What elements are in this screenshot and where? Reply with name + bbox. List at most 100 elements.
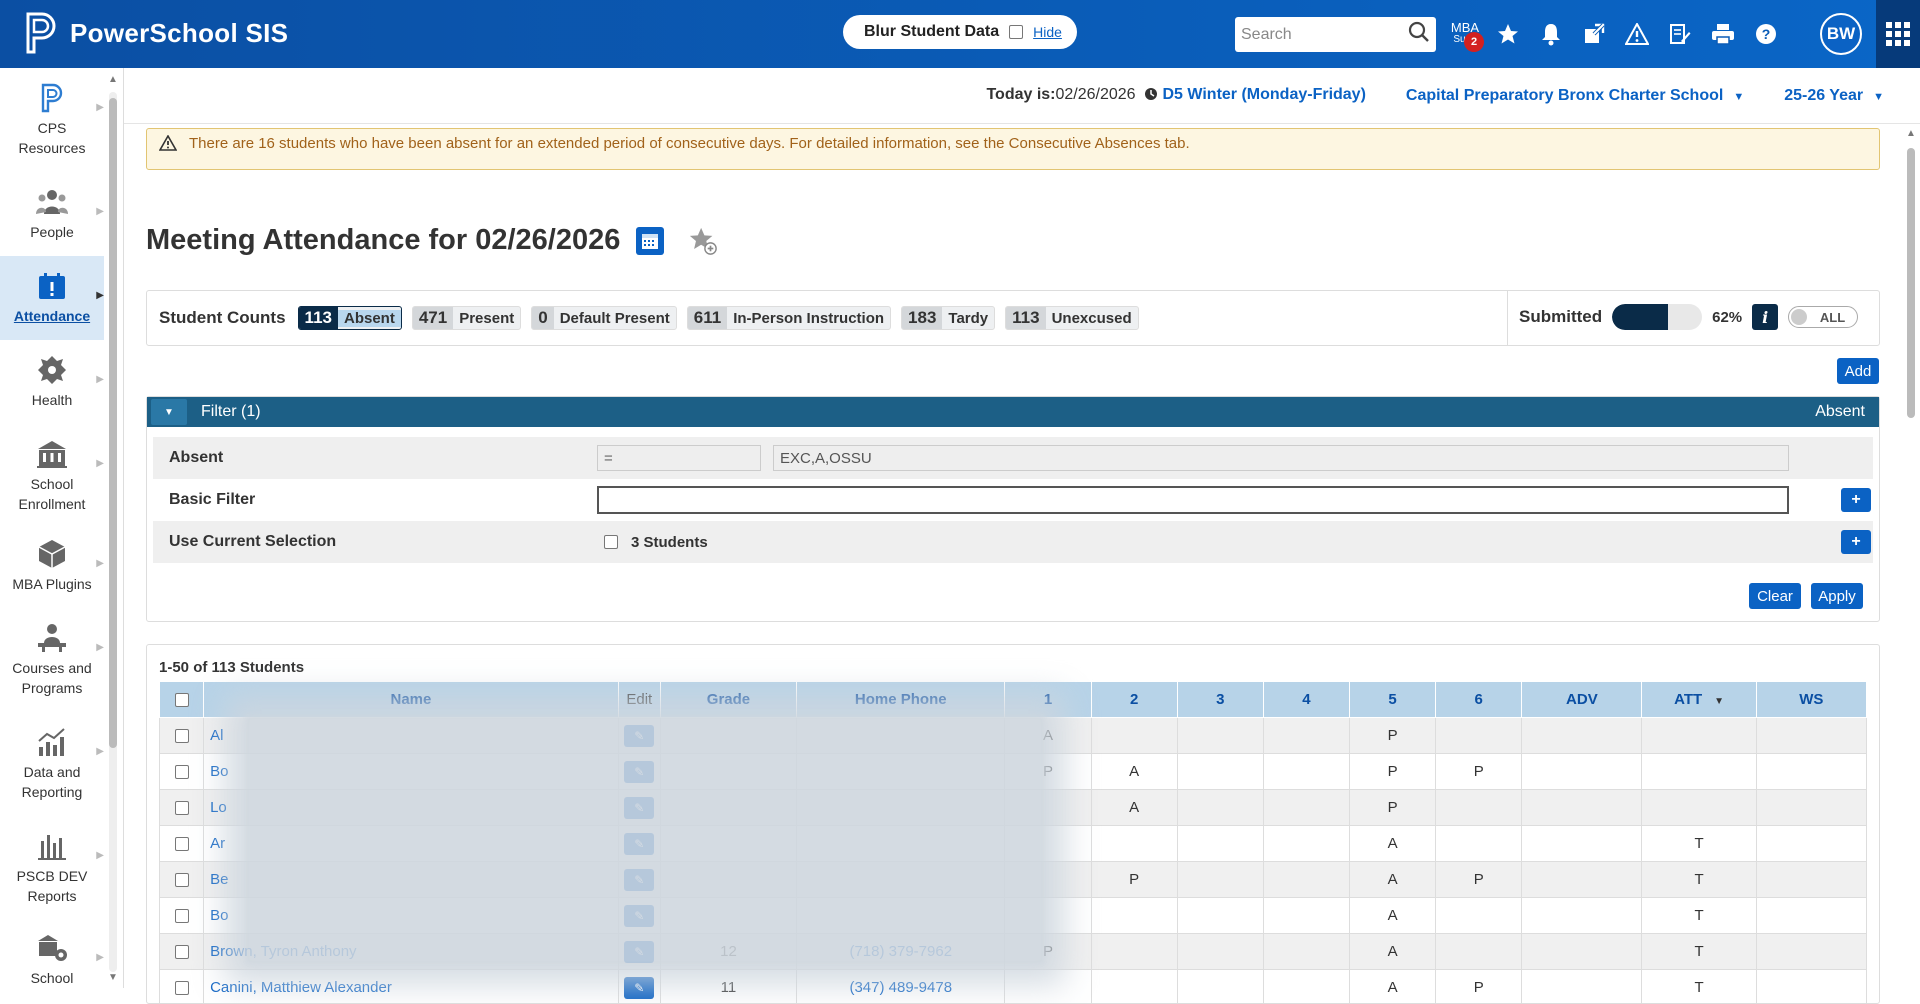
cell-p4 — [1263, 826, 1349, 862]
calendar-button[interactable] — [636, 227, 664, 255]
collapse-caret-icon[interactable]: ▼ — [151, 399, 187, 425]
column-header-period-2[interactable]: 2 — [1091, 682, 1177, 718]
cell-p6: P — [1436, 754, 1522, 790]
external-link-icon[interactable] — [1579, 14, 1609, 54]
apps-grid-icon[interactable] — [1876, 0, 1920, 68]
courses-teacher-icon — [36, 622, 68, 654]
edit-document-icon[interactable] — [1665, 14, 1695, 54]
search-input[interactable]: Search — [1235, 17, 1436, 52]
count-chip-default-present[interactable]: 0Default Present — [531, 306, 677, 330]
row-checkbox[interactable] — [175, 765, 189, 779]
sidebar-item-health[interactable]: Health ▶ — [0, 354, 104, 428]
count-chip-absent[interactable]: 113Absent — [298, 306, 402, 330]
count-chip-tardy[interactable]: 183Tardy — [901, 306, 995, 330]
hide-link[interactable]: Hide — [1033, 24, 1062, 40]
sidebar-scrollbar[interactable]: ▲ ▼ — [106, 74, 118, 984]
column-header-ws[interactable]: WS — [1756, 682, 1866, 718]
all-toggle[interactable]: ALL — [1788, 306, 1858, 328]
apply-button[interactable]: Apply — [1811, 583, 1863, 609]
year-selector[interactable]: 25-26 Year▼ — [1784, 87, 1884, 105]
scroll-up-icon[interactable]: ▲ — [1906, 128, 1916, 139]
cell-p5: A — [1350, 970, 1436, 1004]
sidebar-item-people[interactable]: People ▶ — [0, 186, 104, 256]
current-selection-checkbox[interactable] — [604, 535, 618, 549]
column-header-grade[interactable]: Grade — [660, 682, 796, 718]
header-actions: MBA Supp 2 ? — [1450, 14, 1781, 54]
school-selector[interactable]: Capital Preparatory Bronx Charter School… — [1406, 87, 1744, 105]
count-label: Absent — [338, 310, 401, 327]
column-header-period-4[interactable]: 4 — [1263, 682, 1349, 718]
row-checkbox[interactable] — [175, 909, 189, 923]
row-checkbox[interactable] — [175, 837, 189, 851]
column-header-att[interactable]: ATT▼ — [1642, 682, 1756, 718]
star-icon[interactable] — [1493, 14, 1523, 54]
help-icon[interactable]: ? — [1751, 14, 1781, 54]
sidebar-item-school-settings[interactable]: School ▶ — [0, 932, 104, 988]
sidebar-item-attendance[interactable]: Attendance ▶ — [0, 256, 104, 340]
sidebar-item-pscb-dev-reports[interactable]: PSCB DEV Reports ▶ — [0, 830, 104, 920]
row-checkbox[interactable] — [175, 801, 189, 815]
clear-button[interactable]: Clear — [1749, 583, 1801, 609]
column-header-adv[interactable]: ADV — [1522, 682, 1642, 718]
row-checkbox[interactable] — [175, 873, 189, 887]
filter-value[interactable]: EXC,A,OSSU — [773, 445, 1789, 471]
warning-icon[interactable] — [1622, 14, 1652, 54]
column-header-name[interactable]: Name — [204, 682, 619, 718]
cell-att: T — [1642, 898, 1756, 934]
today-indicator: Today is:02/26/2026 D5 Winter (Monday-Fr… — [986, 86, 1365, 106]
sidebar-scroll-thumb[interactable] — [109, 98, 117, 748]
add-basic-filter-button[interactable]: + — [1841, 488, 1871, 512]
table-row[interactable]: Canini, Matthiew Alexander✎11(347) 489-9… — [160, 970, 1867, 1004]
term-link[interactable]: D5 Winter (Monday-Friday) — [1162, 86, 1365, 103]
column-header-period-5[interactable]: 5 — [1350, 682, 1436, 718]
column-header-period-1[interactable]: 1 — [1005, 682, 1091, 718]
scroll-down-icon[interactable]: ▼ — [108, 972, 118, 983]
chevron-right-icon: ▶ — [96, 638, 104, 658]
count-number: 183 — [902, 307, 942, 329]
brand[interactable]: PowerSchool SIS — [24, 12, 288, 54]
column-header-period-6[interactable]: 6 — [1436, 682, 1522, 718]
count-chip-unexcused[interactable]: 113Unexcused — [1005, 306, 1138, 330]
column-header-period-3[interactable]: 3 — [1177, 682, 1263, 718]
row-checkbox[interactable] — [175, 729, 189, 743]
sidebar-label-2: Enrollment — [19, 494, 86, 514]
select-all-checkbox[interactable] — [175, 693, 189, 707]
count-chip-present[interactable]: 471Present — [412, 306, 521, 330]
sidebar-label: CPS — [38, 118, 67, 138]
mba-support-button[interactable]: MBA Supp 2 — [1450, 14, 1480, 54]
add-selection-filter-button[interactable]: + — [1841, 530, 1871, 554]
submitted-status: Submitted 62% i ALL — [1519, 304, 1858, 330]
print-icon[interactable] — [1708, 14, 1738, 54]
main-scroll-thumb[interactable] — [1907, 148, 1915, 418]
cell-att — [1642, 718, 1756, 754]
column-header-phone[interactable]: Home Phone — [797, 682, 1005, 718]
count-chip-in-person[interactable]: 611In-Person Instruction — [687, 306, 891, 330]
add-favorite-icon[interactable] — [688, 226, 718, 256]
row-checkbox[interactable] — [175, 945, 189, 959]
student-name-link[interactable]: Canini, Matthiew Alexander — [204, 970, 619, 1004]
filter-operator[interactable]: = — [597, 445, 761, 471]
sidebar-item-data-and-reporting[interactable]: Data and Reporting ▶ — [0, 726, 104, 816]
bell-icon[interactable] — [1536, 14, 1566, 54]
info-icon[interactable]: i — [1752, 304, 1778, 330]
sidebar-item-cps-resources[interactable]: CPS Resources ▶ — [0, 82, 104, 174]
search-icon[interactable] — [1408, 21, 1430, 48]
sidebar-item-mba-plugins[interactable]: MBA Plugins ▶ — [0, 538, 104, 612]
sidebar-item-school-enrollment[interactable]: School Enrollment ▶ — [0, 438, 104, 528]
select-all-header[interactable] — [160, 682, 204, 718]
cell-phone[interactable]: (347) 489-9478 — [797, 970, 1005, 1004]
blur-label: Blur Student Data — [864, 23, 999, 41]
cell-p2 — [1091, 898, 1177, 934]
basic-filter-input[interactable] — [597, 486, 1789, 514]
row-select-cell — [160, 934, 204, 970]
blur-checkbox[interactable] — [1009, 25, 1023, 39]
main-scrollbar[interactable]: ▲ — [1904, 128, 1918, 988]
sidebar-item-courses-and-programs[interactable]: Courses and Programs ▶ — [0, 622, 104, 712]
chevron-right-icon: ▶ — [96, 846, 104, 866]
sidebar-label: Data and — [24, 762, 81, 782]
user-avatar[interactable]: BW — [1820, 13, 1862, 55]
scroll-up-icon[interactable]: ▲ — [108, 74, 118, 85]
add-button[interactable]: Add — [1837, 358, 1879, 384]
filter-header[interactable]: ▼ Filter (1) Absent — [147, 397, 1879, 427]
row-checkbox[interactable] — [175, 981, 189, 995]
